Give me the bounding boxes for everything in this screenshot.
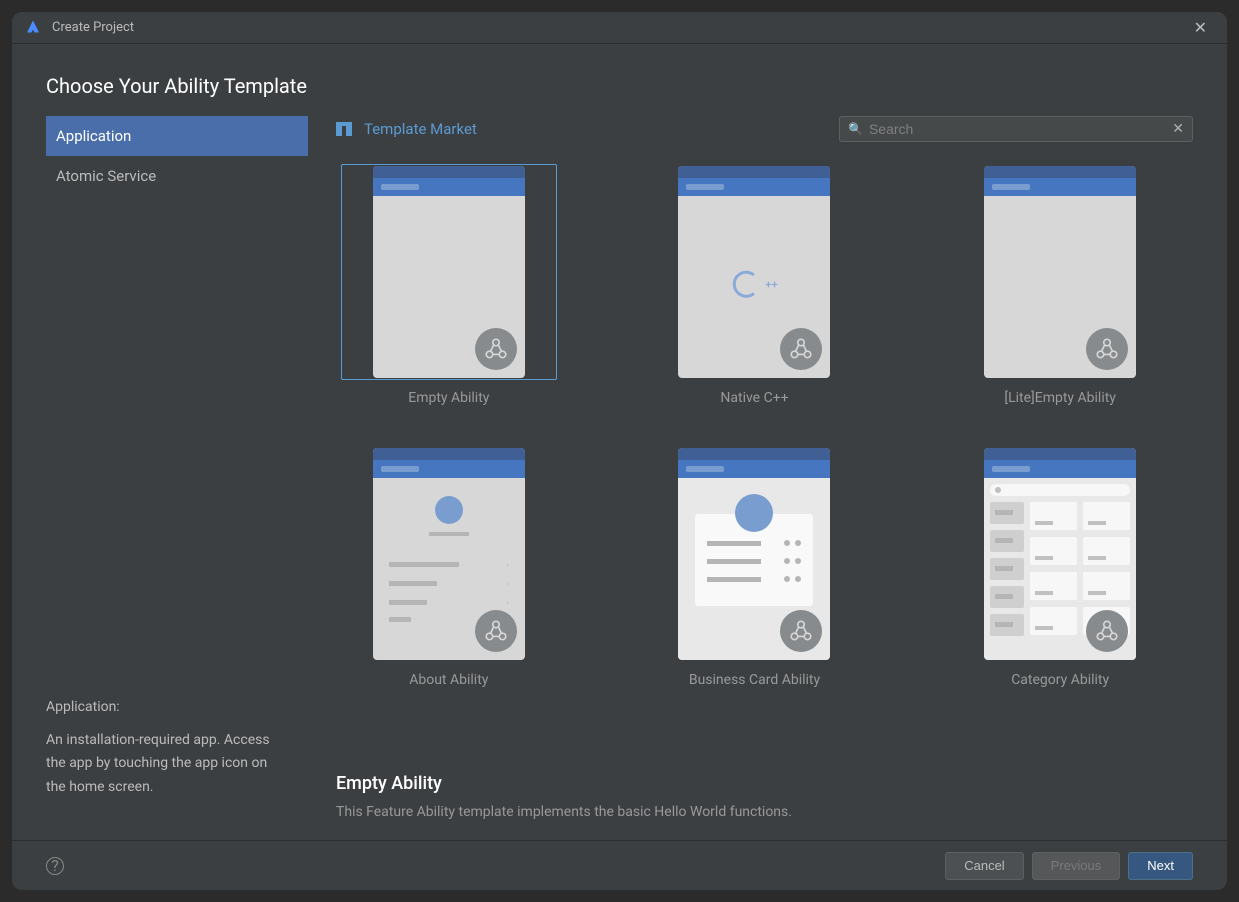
sidebar: Application Atomic Service Application: … xyxy=(46,116,308,840)
market-icon xyxy=(336,122,352,136)
footer-buttons: Cancel Previous Next xyxy=(945,852,1193,880)
sidebar-desc-text: An installation-required app. Access the… xyxy=(46,729,288,800)
titlebar: Create Project ✕ xyxy=(12,12,1227,44)
template-card-native-cpp[interactable]: ++ Native C++ xyxy=(642,164,868,406)
template-preview xyxy=(952,446,1168,662)
sidebar-description: Application: An installation-required ap… xyxy=(46,699,308,800)
search-box[interactable]: 🔍 ✕ xyxy=(839,116,1193,142)
template-preview xyxy=(341,164,557,380)
template-label: About Ability xyxy=(409,672,488,688)
clear-icon[interactable]: ✕ xyxy=(1172,121,1184,137)
previous-button[interactable]: Previous xyxy=(1032,852,1121,880)
template-card-category-ability[interactable]: Category Ability xyxy=(947,446,1173,688)
body: Choose Your Ability Template Application… xyxy=(12,44,1227,840)
ability-badge-icon xyxy=(475,328,517,370)
detail-description: This Feature Ability template implements… xyxy=(336,804,1193,820)
search-icon: 🔍 xyxy=(848,122,863,136)
detail-title: Empty Ability xyxy=(336,773,1193,794)
template-card-about-ability[interactable]: › › › About Abi xyxy=(336,446,562,688)
template-card-empty-ability[interactable]: Empty Ability xyxy=(336,164,562,406)
template-label: Native C++ xyxy=(720,390,788,406)
create-project-window: Create Project ✕ Choose Your Ability Tem… xyxy=(12,12,1227,890)
main-top-bar: Template Market 🔍 ✕ xyxy=(336,116,1193,142)
ability-badge-icon xyxy=(475,610,517,652)
template-card-business-card-ability[interactable]: Business Card Ability xyxy=(642,446,868,688)
template-grid: Empty Ability xyxy=(336,164,1193,708)
close-icon[interactable]: ✕ xyxy=(1186,14,1215,41)
template-preview: › › › xyxy=(341,446,557,662)
template-label: Category Ability xyxy=(1011,672,1109,688)
template-market-link[interactable]: Template Market xyxy=(336,120,477,138)
sidebar-desc-title: Application: xyxy=(46,699,288,715)
app-icon xyxy=(24,19,42,37)
next-button[interactable]: Next xyxy=(1128,852,1193,880)
template-detail: Empty Ability This Feature Ability templ… xyxy=(336,758,1193,840)
market-link-label: Template Market xyxy=(364,120,477,138)
template-preview: ++ xyxy=(646,164,862,380)
sidebar-item-label: Atomic Service xyxy=(56,167,156,185)
page-title: Choose Your Ability Template xyxy=(46,74,1193,98)
footer: ? Cancel Previous Next xyxy=(12,840,1227,890)
template-label: [Lite]Empty Ability xyxy=(1004,390,1116,406)
template-grid-scroll[interactable]: Empty Ability xyxy=(336,164,1193,758)
sidebar-item-label: Application xyxy=(56,127,131,145)
window-title: Create Project xyxy=(52,20,134,35)
cpp-icon: ++ xyxy=(731,270,777,298)
search-input[interactable] xyxy=(869,121,1172,137)
sidebar-item-application[interactable]: Application xyxy=(46,116,308,156)
sidebar-item-atomic-service[interactable]: Atomic Service xyxy=(46,156,308,196)
template-preview xyxy=(646,446,862,662)
template-label: Empty Ability xyxy=(408,390,489,406)
ability-badge-icon xyxy=(1086,610,1128,652)
template-label: Business Card Ability xyxy=(689,672,820,688)
help-icon[interactable]: ? xyxy=(46,857,64,875)
cancel-button[interactable]: Cancel xyxy=(945,852,1023,880)
main-panel: Template Market 🔍 ✕ xyxy=(308,116,1193,840)
template-preview xyxy=(952,164,1168,380)
content-row: Application Atomic Service Application: … xyxy=(46,116,1193,840)
template-card-lite-empty-ability[interactable]: [Lite]Empty Ability xyxy=(947,164,1173,406)
ability-badge-icon xyxy=(1086,328,1128,370)
